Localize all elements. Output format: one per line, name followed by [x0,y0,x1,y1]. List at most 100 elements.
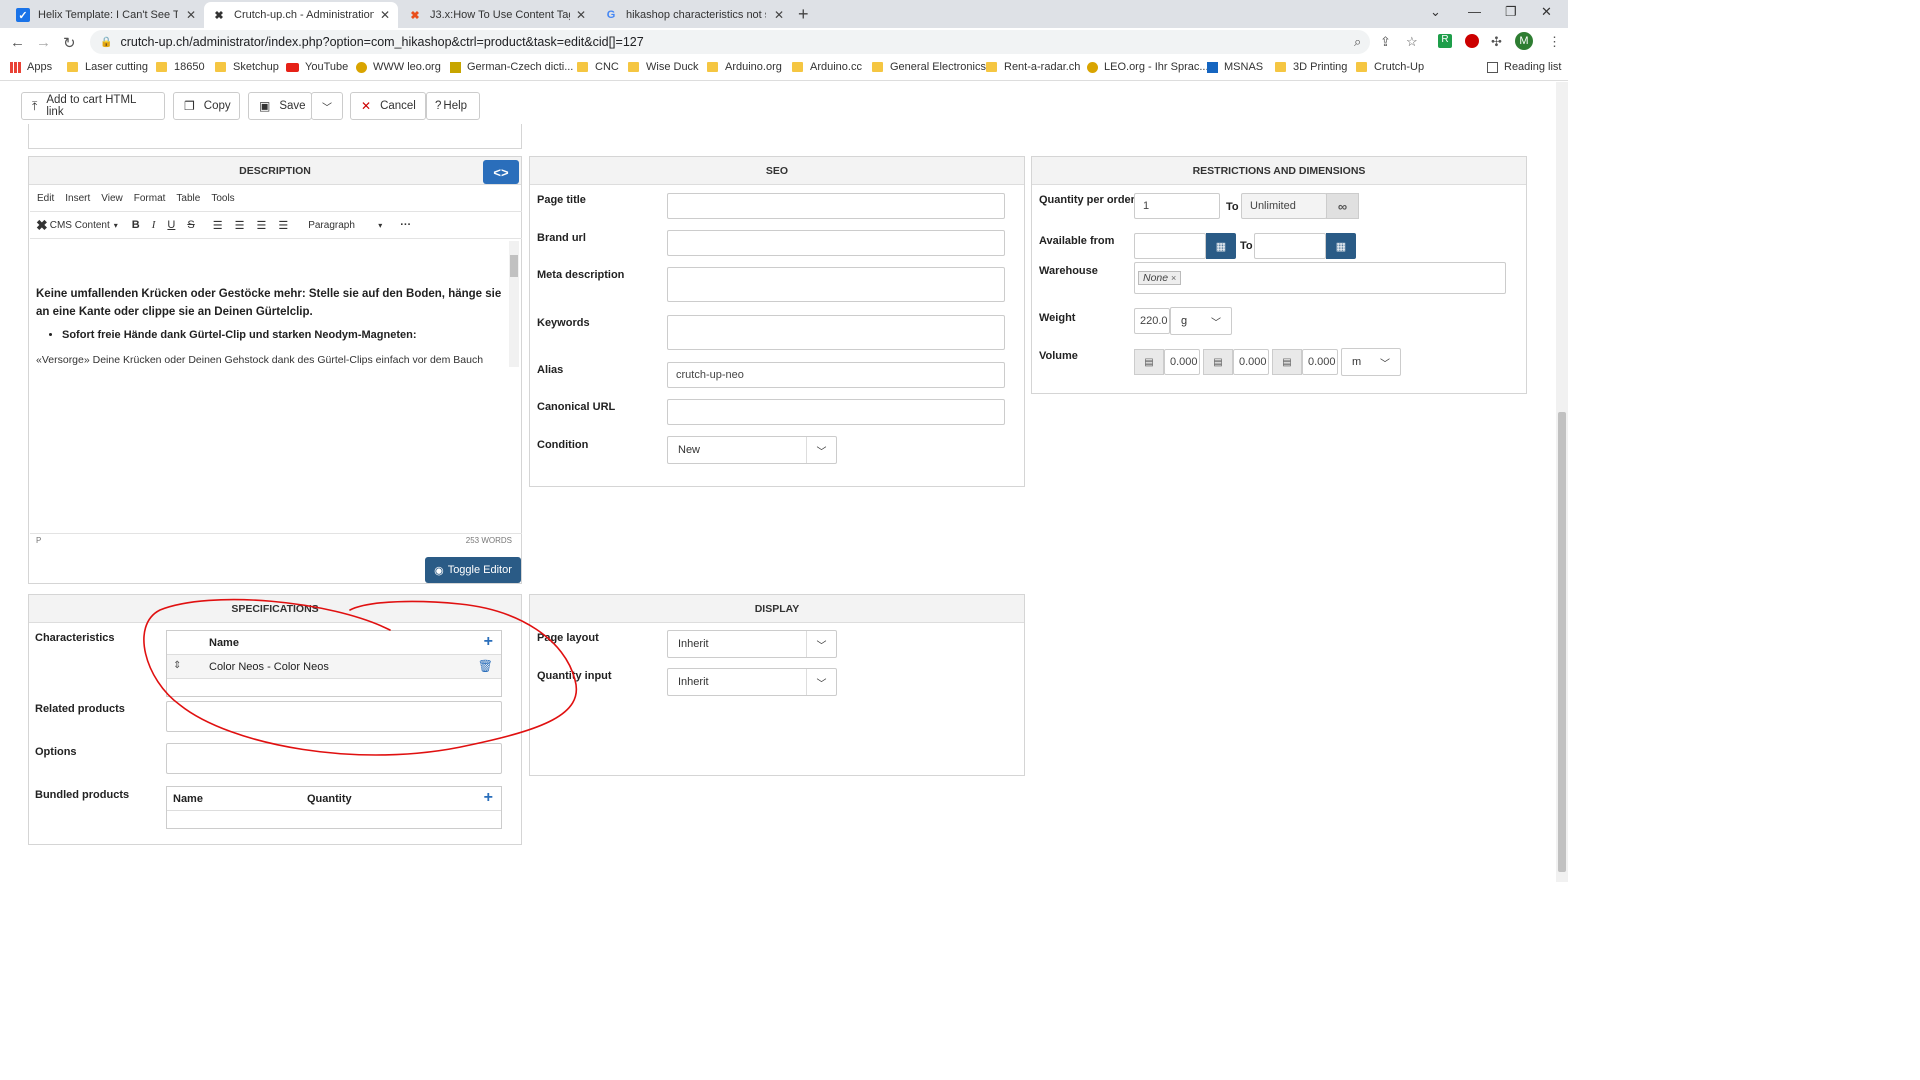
quantity-min-input[interactable]: 1 [1134,193,1220,219]
extensions-puzzle-icon[interactable]: ✣ [1491,34,1502,50]
justify-icon[interactable]: ☰ [278,219,288,232]
browser-tab[interactable]: ✖ J3.x:How To Use Content Tags in ✕ [400,2,594,28]
drag-handle-icon[interactable]: ⇕ [173,660,181,671]
warehouse-select[interactable]: None × [1134,262,1506,294]
bookmark-item[interactable]: Wise Duck [628,61,699,73]
quantity-max-input[interactable]: Unlimited [1241,193,1327,219]
volume-unit-select[interactable]: m ﹀ [1341,348,1401,376]
meta-description-textarea[interactable] [667,267,1005,302]
menu-edit[interactable]: Edit [37,193,54,204]
close-tab-icon[interactable]: ✕ [376,8,390,22]
minimize-icon[interactable]: — [1468,4,1481,19]
share-icon[interactable]: ⇪ [1380,34,1391,50]
code-view-button[interactable]: <> [483,160,519,184]
bookmark-item[interactable]: YouTube [286,61,348,73]
condition-select[interactable]: New ﹀ [667,436,837,464]
browser-tab-active[interactable]: ✖ Crutch-up.ch - Administration - I ✕ [204,2,398,28]
volume-height-input[interactable]: 0.000 [1302,349,1338,375]
unlimited-toggle-button[interactable]: ∞ [1326,193,1359,219]
reading-list[interactable]: Reading list [1487,61,1561,73]
toggle-editor-button[interactable]: ◉ Toggle Editor [425,557,521,583]
bookmark-item[interactable]: Sketchup [215,61,279,73]
quantity-input-select[interactable]: Inherit ﹀ [667,668,837,696]
page-title-input[interactable] [667,193,1005,219]
browser-tab[interactable]: G hikashop characteristics not shov ✕ [596,2,792,28]
canonical-url-input[interactable] [667,399,1005,425]
bookmark-item[interactable]: WWW leo.org [356,61,441,73]
more-icon[interactable]: ··· [400,219,411,231]
bookmark-item[interactable]: Arduino.cc [792,61,862,73]
page-scrollbar[interactable] [1556,82,1568,882]
add-characteristic-icon[interactable]: + [484,633,493,651]
profile-avatar[interactable]: M [1515,32,1533,50]
bookmark-item[interactable]: German-Czech dicti... [450,61,573,73]
available-to-input[interactable] [1254,233,1326,259]
bookmark-item[interactable]: CNC [577,61,619,73]
zoom-icon[interactable]: ⌕ [1354,34,1361,50]
bookmark-item[interactable]: Arduino.org [707,61,782,73]
menu-tools[interactable]: Tools [211,193,234,204]
editor-scrollbar[interactable] [509,241,519,367]
strikethrough-icon[interactable]: S [187,219,194,231]
page-layout-select[interactable]: Inherit ﹀ [667,630,837,658]
cancel-button[interactable]: ✕ Cancel [350,92,426,120]
align-right-icon[interactable]: ☰ [256,219,266,232]
bookmark-item[interactable]: MSNAS [1207,61,1263,73]
calendar-button[interactable]: ▦ [1326,233,1356,259]
trash-icon[interactable]: 🗑 [478,659,493,673]
save-dropdown-button[interactable]: ﹀ [311,92,343,120]
restore-icon[interactable]: ❐ [1505,4,1517,20]
italic-icon[interactable]: I [152,219,156,231]
add-bundled-product-icon[interactable]: + [484,789,493,807]
close-window-icon[interactable]: ✕ [1541,4,1552,20]
bold-icon[interactable]: B [132,219,140,231]
alias-input[interactable]: crutch-up-neo [667,362,1005,388]
bookmark-item[interactable]: Rent-a-radar.ch [986,61,1080,73]
weight-input[interactable]: 220.0 [1134,308,1170,334]
url-field[interactable]: 🔒 crutch-up.ch/administrator/index.php?o… [90,30,1370,54]
volume-width-input[interactable]: 0.000 [1233,349,1269,375]
scroll-thumb[interactable] [510,255,518,277]
close-tab-icon[interactable]: ✕ [182,8,196,22]
star-icon[interactable]: ☆ [1406,34,1418,50]
browser-tab[interactable]: ✓ Helix Template: I Can't See The N ✕ [8,2,204,28]
save-button[interactable]: ▣ Save [248,92,312,120]
bookmark-item[interactable]: LEO.org - Ihr Sprac... [1087,61,1209,73]
paragraph-format-dropdown[interactable]: Paragraph [308,220,378,231]
menu-kebab-icon[interactable]: ⋮ [1548,34,1561,50]
extension-r-icon[interactable]: R [1438,34,1452,48]
calendar-button[interactable]: ▦ [1206,233,1236,259]
menu-table[interactable]: Table [176,193,200,204]
close-tab-icon[interactable]: ✕ [572,8,586,22]
bookmark-item[interactable]: General Electronics [872,61,986,73]
menu-format[interactable]: Format [134,193,166,204]
available-from-input[interactable] [1134,233,1206,259]
bookmark-item[interactable]: 3D Printing [1275,61,1347,73]
options-field[interactable] [166,743,502,774]
new-tab-icon[interactable]: + [798,4,809,25]
reload-icon[interactable]: ↻ [63,34,76,52]
menu-insert[interactable]: Insert [65,193,90,204]
weight-unit-select[interactable]: g ﹀ [1170,307,1232,335]
align-center-icon[interactable]: ☰ [235,219,245,232]
remove-tag-icon[interactable]: × [1171,273,1176,283]
menu-view[interactable]: View [101,193,123,204]
brand-url-input[interactable] [667,230,1005,256]
editor-content[interactable]: Keine umfallenden Krücken oder Gestöcke … [30,239,522,367]
underline-icon[interactable]: U [167,219,175,231]
bookmark-item[interactable]: Laser cutting [67,61,148,73]
back-icon[interactable]: ← [10,34,25,51]
keywords-textarea[interactable] [667,315,1005,350]
tab-search-icon[interactable]: ⌄ [1430,4,1441,20]
scroll-thumb[interactable] [1558,412,1566,872]
forward-icon[interactable]: → [36,34,51,51]
add-to-cart-html-link-button[interactable]: ⤒ Add to cart HTML link [21,92,165,120]
bookmark-item[interactable]: 18650 [156,61,205,73]
help-button[interactable]: ? Help [426,92,480,120]
volume-length-input[interactable]: 0.000 [1164,349,1200,375]
copy-button[interactable]: ❐ Copy [173,92,240,120]
warehouse-tag[interactable]: None × [1138,271,1182,285]
bookmark-apps[interactable]: Apps [10,61,52,73]
related-products-field[interactable] [166,701,502,732]
extension-play-icon[interactable] [1465,34,1479,48]
